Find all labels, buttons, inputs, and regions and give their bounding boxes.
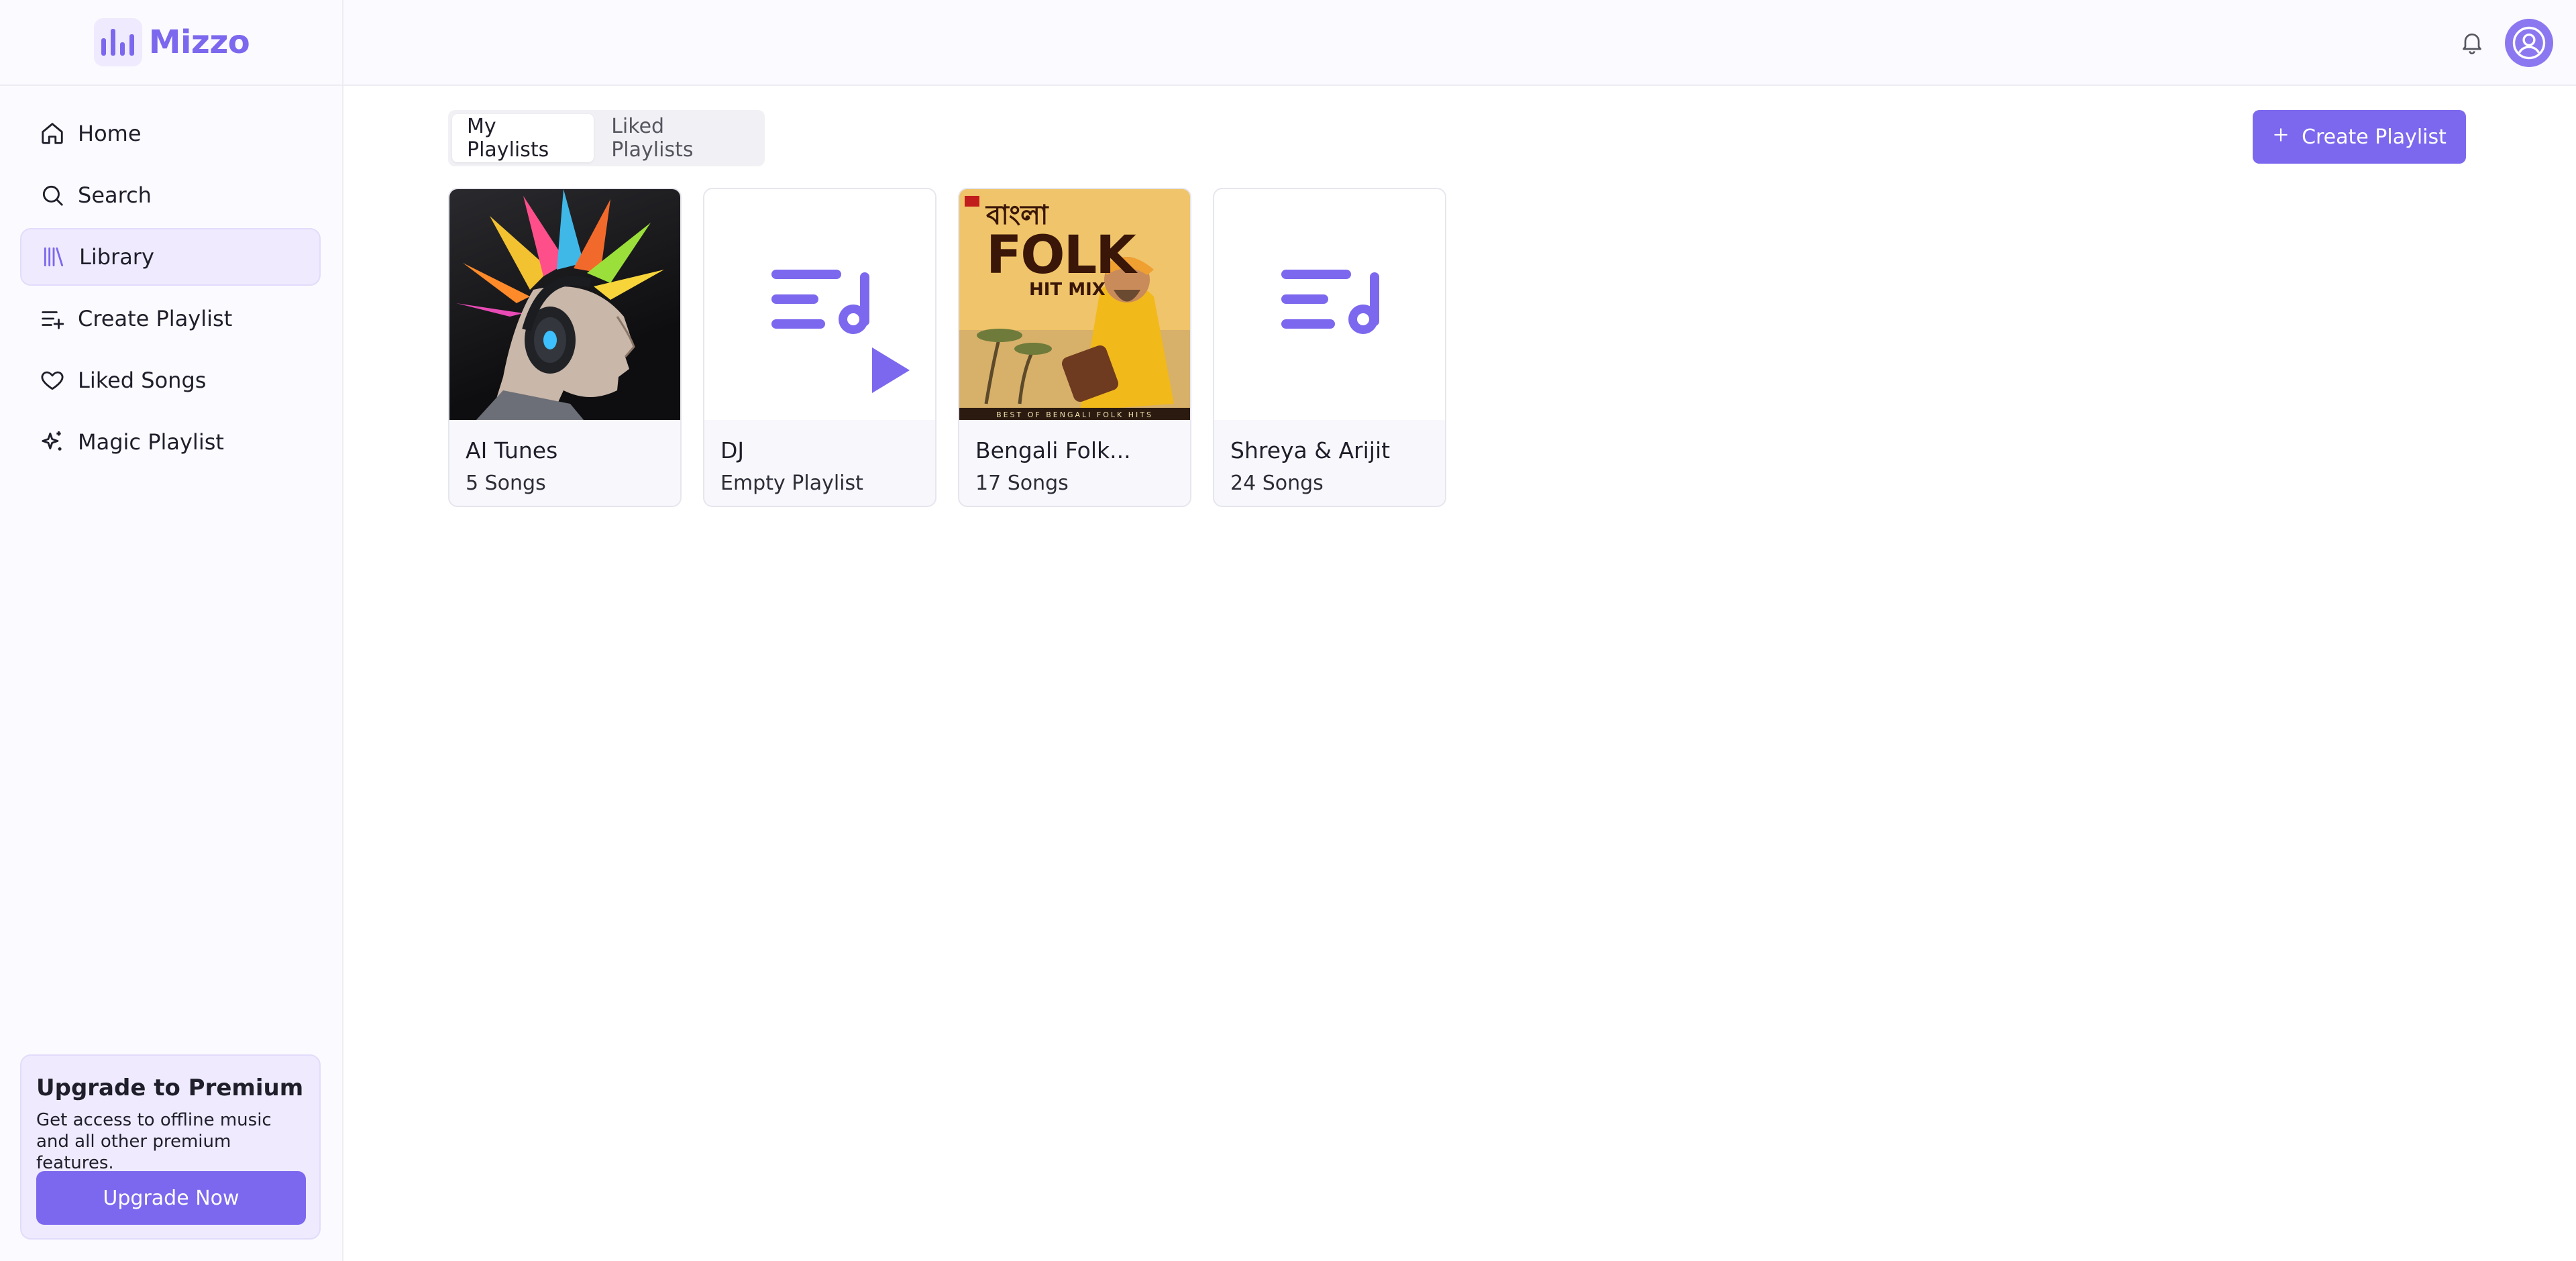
sidebar-item-search[interactable]: Search: [20, 166, 321, 224]
heart-icon: [39, 367, 66, 394]
top-bar: [343, 0, 2576, 86]
sidebar-item-label: Liked Songs: [78, 368, 207, 393]
sidebar-item-liked-songs[interactable]: Liked Songs: [20, 351, 321, 409]
create-playlist-label: Create Playlist: [2302, 125, 2447, 149]
logo-bars-icon: [93, 18, 142, 66]
playlist-title: Shreya & Arijit: [1230, 437, 1391, 463]
cover-hit-mix-text: HIT MIX: [1029, 280, 1106, 300]
playlist-tabs: My Playlists Liked Playlists: [448, 110, 765, 166]
plus-icon: [2272, 125, 2290, 149]
playlist-add-icon: [39, 305, 66, 332]
ai-punk-headphones-image: [449, 189, 680, 420]
logo[interactable]: Mizzo: [0, 0, 343, 86]
playlist-subtitle: Empty Playlist: [720, 472, 863, 495]
playlist-play-icon: [704, 189, 935, 420]
sidebar-item-label: Create Playlist: [78, 306, 233, 331]
sidebar-item-label: Home: [78, 121, 142, 146]
user-avatar-icon[interactable]: [2505, 19, 2553, 67]
playlist-card[interactable]: AI Tunes 5 Songs: [448, 188, 682, 507]
create-playlist-button[interactable]: Create Playlist: [2253, 110, 2466, 164]
tab-my-playlists[interactable]: My Playlists: [452, 114, 594, 162]
upgrade-card: Upgrade to Premium Get access to offline…: [20, 1054, 321, 1240]
playlist-subtitle: 17 Songs: [975, 472, 1069, 495]
playlist-title: Bengali Folk...: [975, 437, 1131, 463]
bengali-folk-hit-mix-cover: বাংলা FOLK HIT MIX BEST OF BENGALI FOLK …: [959, 189, 1190, 420]
bell-icon[interactable]: [2455, 25, 2489, 59]
playlist-card[interactable]: বাংলা FOLK HIT MIX BEST OF BENGALI FOLK …: [958, 188, 1191, 507]
tab-liked-playlists[interactable]: Liked Playlists: [596, 114, 761, 162]
app-root: Mizzo Home Search Library Create Playlis…: [0, 0, 2576, 1261]
cover-folk-text: FOLK: [986, 225, 1138, 286]
cover-best-of-text: BEST OF BENGALI FOLK HITS: [996, 410, 1153, 419]
playlist-subtitle: 24 Songs: [1230, 472, 1324, 495]
sidebar-item-label: Search: [78, 182, 152, 208]
playlist-music-icon: [1214, 189, 1445, 420]
home-icon: [39, 120, 66, 147]
sidebar-item-library[interactable]: Library: [20, 228, 321, 286]
playlist-title: DJ: [720, 437, 745, 463]
library-icon: [40, 243, 67, 270]
playlist-subtitle: 5 Songs: [466, 472, 546, 495]
sidebar-item-home[interactable]: Home: [20, 105, 321, 162]
search-icon: [39, 182, 66, 209]
playlist-grid: AI Tunes 5 Songs DJ Empty Playlist বাংলা…: [448, 188, 1446, 507]
sidebar-item-label: Library: [79, 244, 154, 270]
sidebar-item-magic-playlist[interactable]: Magic Playlist: [20, 413, 321, 471]
playlist-card[interactable]: Shreya & Arijit 24 Songs: [1213, 188, 1446, 507]
upgrade-title: Upgrade to Premium: [36, 1075, 304, 1101]
playlist-card[interactable]: DJ Empty Playlist: [703, 188, 936, 507]
sparkle-icon: [39, 429, 66, 455]
upgrade-now-button[interactable]: Upgrade Now: [36, 1171, 306, 1225]
app-name: Mizzo: [148, 23, 250, 61]
sidebar-item-label: Magic Playlist: [78, 429, 224, 455]
playlist-title: AI Tunes: [466, 437, 558, 463]
sidebar-item-create-playlist[interactable]: Create Playlist: [20, 290, 321, 347]
sidebar: Mizzo Home Search Library Create Playlis…: [0, 0, 343, 1261]
upgrade-description: Get access to offline music and all othe…: [36, 1110, 272, 1173]
sidebar-nav: Home Search Library Create Playlist Like…: [20, 105, 321, 475]
